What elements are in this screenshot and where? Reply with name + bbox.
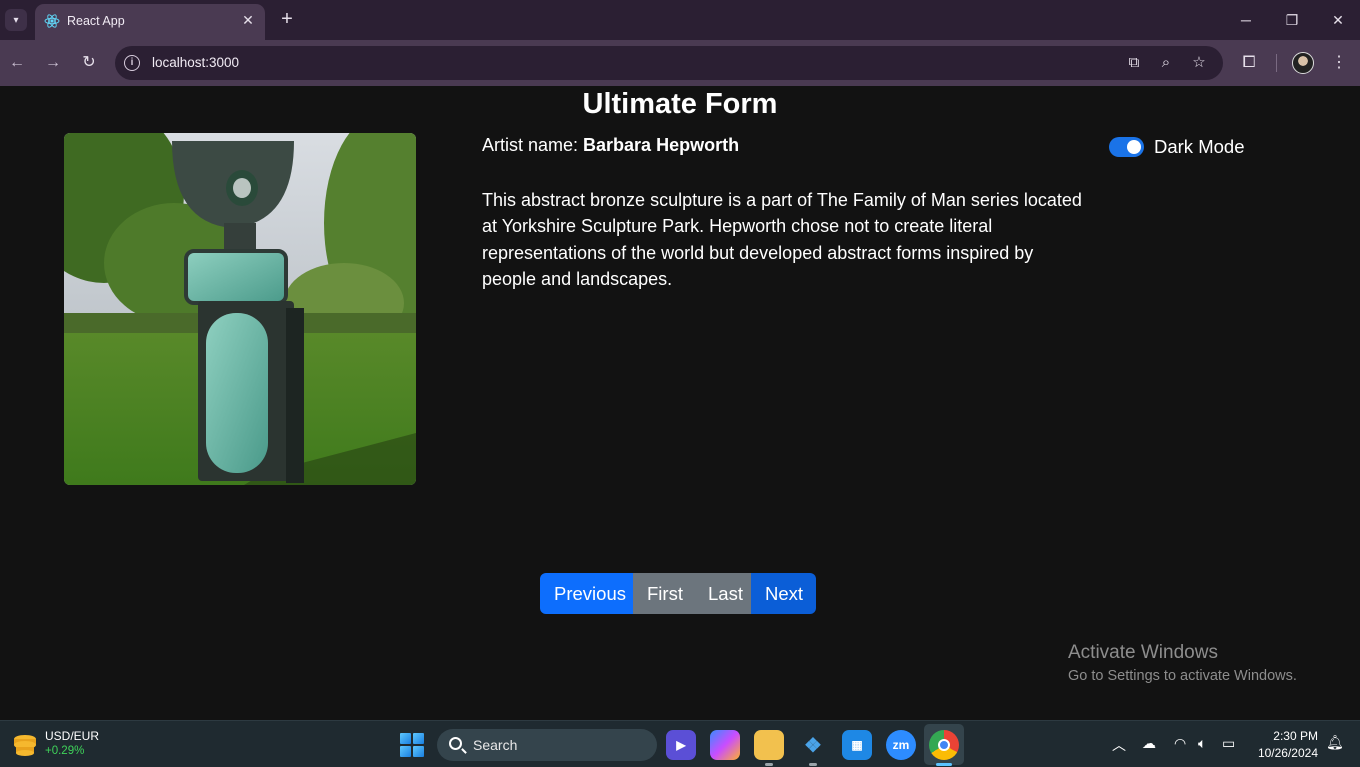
search-label: Search: [473, 737, 518, 753]
notification-bell-icon[interactable]: 🔔︎: [1326, 734, 1344, 751]
sculpture-image: [64, 133, 416, 485]
chrome-active-indicator: [936, 763, 952, 766]
page-content: Ultimate Form Artist name: Barbara Hepwo…: [0, 86, 1360, 720]
next-button[interactable]: Next: [751, 573, 816, 614]
meet-app-icon[interactable]: ▶: [666, 730, 696, 760]
forward-button[interactable]: →: [41, 51, 65, 75]
browser-toolbar: ← → ↻ i localhost:3000 ⧉ ⌕ ☆ ⧠ ⋮: [0, 40, 1360, 86]
last-button[interactable]: Last: [694, 573, 751, 614]
zoom-icon[interactable]: ⌕: [1157, 54, 1175, 72]
new-tab-button[interactable]: +: [276, 9, 298, 31]
tab-title: React App: [67, 14, 125, 28]
copilot-icon[interactable]: [710, 730, 740, 760]
artist-name-line: Artist name: Barbara Hepworth: [482, 135, 739, 156]
tray-overflow-icon[interactable]: ︿: [1112, 735, 1126, 755]
pagination: Previous First Last Next: [540, 573, 816, 614]
minimize-button[interactable]: ─: [1234, 8, 1258, 32]
bookmark-star-icon[interactable]: ☆: [1190, 54, 1208, 72]
search-icon: [449, 737, 462, 750]
artist-label: Artist name:: [482, 135, 584, 155]
url-text[interactable]: localhost:3000: [152, 55, 239, 70]
restore-button[interactable]: ❐: [1280, 8, 1304, 32]
dark-mode-label[interactable]: Dark Mode: [1154, 136, 1244, 158]
volume-icon[interactable]: 🔈︎: [1198, 735, 1206, 752]
artist-name: Barbara Hepworth: [583, 135, 740, 155]
vscode-running-indicator: [809, 763, 817, 766]
site-info-icon[interactable]: i: [124, 55, 140, 71]
browser-tab[interactable]: React App ✕: [35, 4, 265, 40]
currency-widget-icon[interactable]: [12, 731, 38, 757]
clock-date[interactable]: 10/26/2024: [1252, 746, 1318, 760]
address-bar[interactable]: i localhost:3000 ⧉ ⌕ ☆: [115, 46, 1223, 80]
dark-mode-toggle[interactable]: [1109, 137, 1144, 157]
tab-close-icon[interactable]: ✕: [239, 11, 257, 29]
activate-windows-watermark: Activate Windows Go to Settings to activ…: [1068, 642, 1297, 684]
vscode-icon[interactable]: ❖: [798, 730, 828, 760]
zoom-icon[interactable]: zm: [886, 730, 916, 760]
wifi-icon[interactable]: ◠: [1174, 735, 1186, 752]
close-window-button[interactable]: ✕: [1326, 8, 1350, 32]
react-icon: [44, 14, 60, 28]
reload-button[interactable]: ↻: [77, 51, 101, 75]
widget-value[interactable]: +0.29%: [45, 745, 84, 757]
taskbar: USD/EUR +0.29% Search ▶ ❖ ▦ zm ︿ ☁ ◠ 🔈︎ …: [0, 720, 1360, 767]
store-icon[interactable]: ▦: [842, 730, 872, 760]
windows-start-icon[interactable]: [400, 733, 424, 757]
browser-tab-bar: ▾ React App ✕ + ─ ❐ ✕: [0, 0, 1360, 40]
chrome-icon[interactable]: [929, 730, 959, 760]
watermark-title: Activate Windows: [1068, 642, 1218, 663]
toolbar-divider: [1276, 54, 1277, 72]
file-explorer-icon[interactable]: [754, 730, 784, 760]
previous-button[interactable]: Previous: [540, 573, 633, 614]
dark-mode-switch[interactable]: Dark Mode: [1109, 136, 1244, 158]
tab-search-icon[interactable]: ▾: [5, 9, 27, 31]
watermark-subtitle: Go to Settings to activate Windows.: [1068, 668, 1297, 684]
menu-dots-icon[interactable]: ⋮: [1328, 52, 1350, 74]
explorer-running-indicator: [765, 763, 773, 766]
install-app-icon[interactable]: ⧉: [1125, 54, 1143, 72]
page-title: Ultimate Form: [582, 88, 778, 120]
widget-title[interactable]: USD/EUR: [45, 729, 99, 743]
onedrive-icon[interactable]: ☁: [1142, 735, 1156, 752]
battery-icon[interactable]: ▭: [1222, 735, 1235, 752]
back-button[interactable]: ←: [5, 51, 29, 75]
taskbar-search[interactable]: Search: [437, 729, 657, 761]
clock-time[interactable]: 2:30 PM: [1266, 729, 1318, 743]
artwork-description: This abstract bronze sculpture is a part…: [482, 190, 1082, 289]
first-button[interactable]: First: [633, 573, 694, 614]
profile-avatar[interactable]: [1292, 52, 1314, 74]
extensions-icon[interactable]: ⧠: [1238, 52, 1260, 74]
